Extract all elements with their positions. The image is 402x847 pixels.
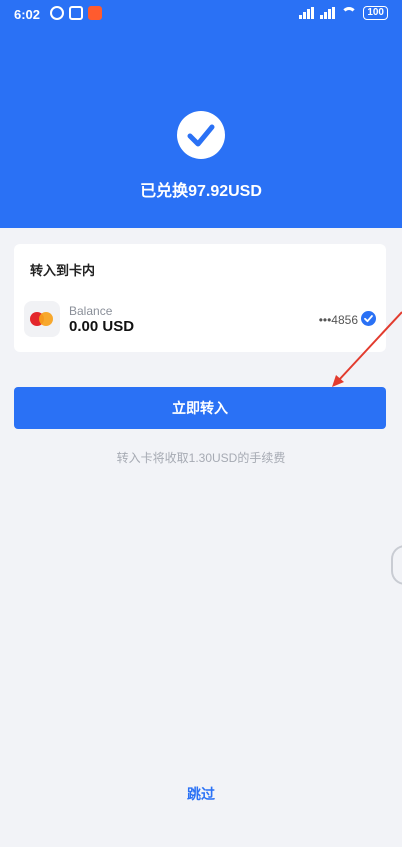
status-time: 6:02	[14, 7, 41, 22]
status-right-icons: 100	[299, 6, 388, 20]
battery-icon: 100	[363, 6, 388, 20]
balance-label: Balance	[69, 304, 113, 318]
balance-amount: 0.00 USD	[69, 318, 135, 335]
skip-link[interactable]: 跳过	[0, 784, 402, 804]
signal-icon	[299, 7, 315, 19]
side-handle[interactable]	[391, 545, 402, 585]
card-number[interactable]: •••4856	[319, 313, 358, 327]
check-icon	[177, 111, 225, 159]
selected-check-icon[interactable]	[361, 311, 376, 326]
transfer-now-button[interactable]: 立即转入	[14, 387, 386, 429]
status-left-icons	[50, 6, 102, 20]
mastercard-logo-icon	[24, 301, 60, 337]
transfer-card: 转入到卡内 Balance 0.00 USD •••4856	[14, 244, 386, 352]
signal-icon-2	[320, 7, 336, 19]
sim-icon	[69, 6, 83, 20]
card-section-title: 转入到卡内	[30, 263, 96, 278]
wifi-icon	[341, 7, 358, 19]
exchange-success-title: 已兑换97.92USD	[140, 183, 262, 200]
record-icon	[88, 6, 102, 20]
status-bar: 6:02 100	[0, 0, 402, 30]
alarm-icon	[50, 6, 64, 20]
fee-note: 转入卡将收取1.30USD的手续费	[116, 451, 286, 465]
